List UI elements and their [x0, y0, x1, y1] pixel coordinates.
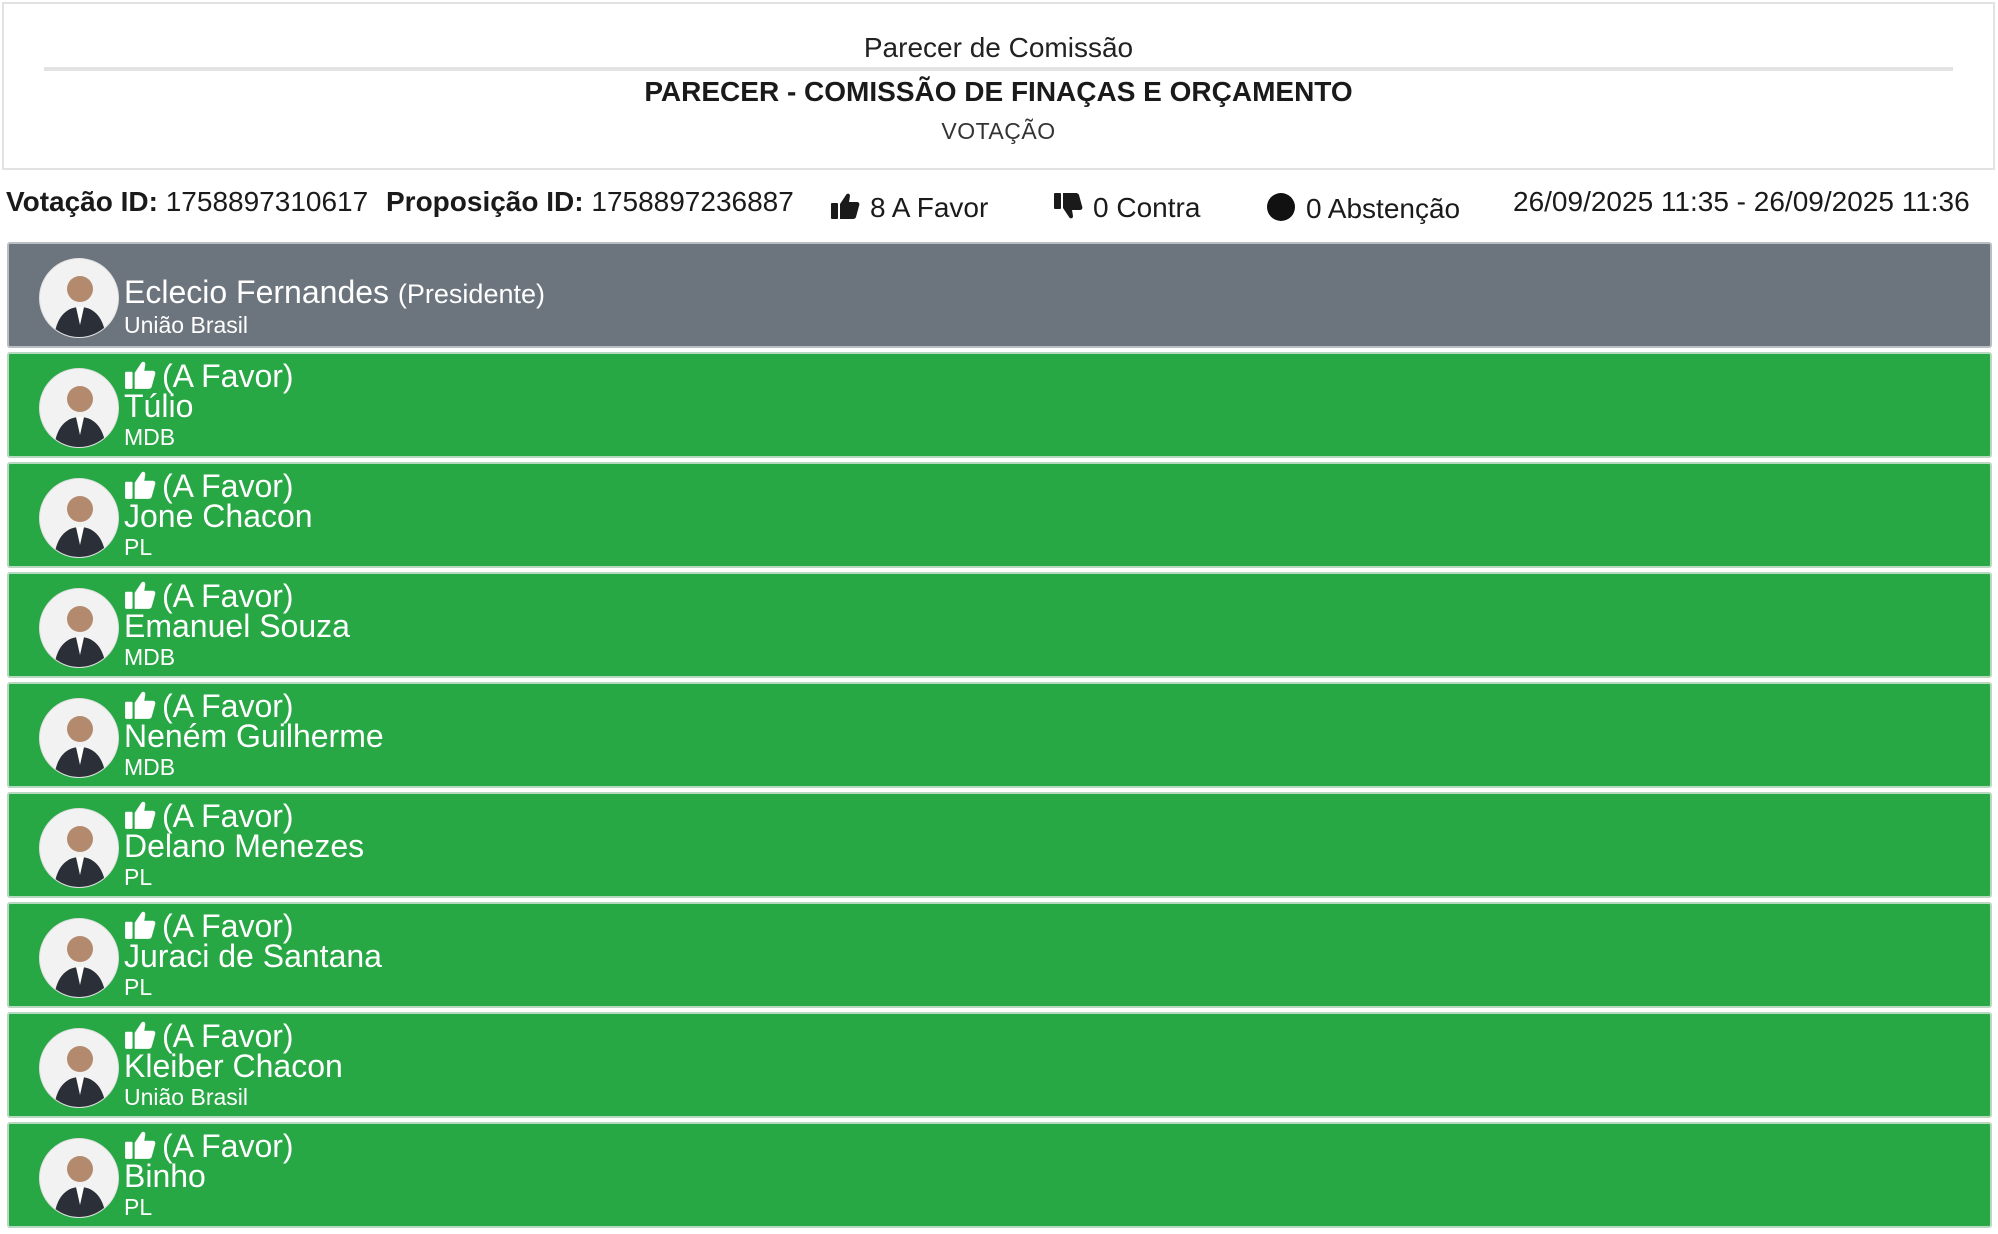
vote-list: Eclecio Fernandes (Presidente) União Bra… — [7, 242, 1992, 1232]
favor-count-text: 8 A Favor — [870, 192, 989, 223]
proposicao-id-label: Proposição ID: — [386, 186, 584, 217]
thumbs-up-icon — [125, 471, 156, 499]
votacao-id-value: 1758897310617 — [165, 186, 369, 217]
thumbs-up-icon — [125, 911, 156, 939]
member-name: Kleiber Chacon — [124, 1048, 343, 1084]
member-party: MDB — [124, 424, 176, 450]
avatar — [39, 1138, 119, 1218]
votacao-id: Votação ID: 1758897310617 — [6, 186, 368, 218]
vote-period: 26/09/2025 11:35 - 26/09/2025 11:36 — [1513, 186, 1970, 217]
abstencao-count: 0 Abstenção — [1266, 192, 1460, 229]
member-name: Emanuel Souza — [124, 608, 350, 644]
member-name: Binho — [124, 1158, 206, 1194]
member-party: PL — [124, 1194, 153, 1220]
member-party: PL — [124, 974, 153, 1000]
circle-icon — [1266, 192, 1296, 229]
abstencao-count-text: 0 Abstenção — [1306, 192, 1461, 224]
phase-label: VOTAÇÃO — [941, 118, 1056, 144]
avatar — [39, 368, 119, 448]
page-header: Parecer de Comissão PARECER - COMISSÃO D… — [2, 2, 1995, 170]
avatar — [39, 588, 119, 668]
member-party: PL — [124, 864, 153, 890]
thumbs-up-icon — [125, 1131, 156, 1159]
member-party: MDB — [124, 754, 176, 780]
favor-count: 8 A Favor — [830, 192, 988, 227]
avatar — [39, 918, 119, 998]
president-role: (Presidente) — [397, 279, 545, 309]
proposicao-id: Proposição ID: 1758897236887 — [386, 186, 794, 218]
member-row: (A Favor) Kleiber Chacon União Brasil — [7, 1012, 1992, 1118]
member-row: (A Favor) Neném Guilherme MDB — [7, 682, 1992, 788]
member-party: União Brasil — [124, 312, 248, 338]
member-party: União Brasil — [124, 1084, 248, 1110]
thumbs-up-icon — [125, 1021, 156, 1049]
vote-info-bar: Votação ID: 1758897310617 Proposição ID:… — [0, 180, 1998, 232]
member-row: (A Favor) Juraci de Santana PL — [7, 902, 1992, 1008]
member-party: MDB — [124, 644, 176, 670]
member-row: (A Favor) Jone Chacon PL — [7, 462, 1992, 568]
thumbs-up-icon — [125, 691, 156, 719]
proposicao-id-value: 1758897236887 — [591, 186, 794, 217]
president-row: Eclecio Fernandes (Presidente) União Bra… — [7, 242, 1992, 348]
avatar — [39, 808, 119, 888]
thumbs-down-icon — [1053, 192, 1083, 227]
member-list: (A Favor) Túlio MDB (A Favor) Jone Chaco… — [7, 352, 1992, 1228]
contra-count: 0 Contra — [1053, 192, 1200, 227]
president-name: Eclecio Fernandes — [124, 274, 390, 310]
member-row: (A Favor) Delano Menezes PL — [7, 792, 1992, 898]
thumbs-up-icon — [125, 581, 156, 609]
member-name: Delano Menezes — [124, 828, 365, 864]
thumbs-up-icon — [125, 801, 156, 829]
header-divider — [44, 67, 1953, 71]
member-row: (A Favor) Binho PL — [7, 1122, 1992, 1228]
member-name: Eclecio Fernandes (Presidente) — [124, 274, 545, 312]
avatar — [39, 1028, 119, 1108]
page-title: PARECER - COMISSÃO DE FINAÇAS E ORÇAMENT… — [644, 76, 1353, 107]
thumbs-up-icon — [125, 361, 156, 389]
member-row: (A Favor) Túlio MDB — [7, 352, 1992, 458]
member-party: PL — [124, 534, 153, 560]
thumbs-up-icon — [830, 192, 860, 227]
member-name: Neném Guilherme — [124, 718, 384, 754]
member-name: Jone Chacon — [124, 498, 313, 534]
member-name: Túlio — [124, 388, 194, 424]
votacao-id-label: Votação ID: — [6, 186, 158, 217]
avatar — [39, 698, 119, 778]
avatar — [39, 258, 119, 338]
avatar — [39, 478, 119, 558]
member-name: Juraci de Santana — [124, 938, 382, 974]
contra-count-text: 0 Contra — [1093, 192, 1201, 223]
member-row: (A Favor) Emanuel Souza MDB — [7, 572, 1992, 678]
page-subtitle: Parecer de Comissão — [863, 32, 1134, 63]
